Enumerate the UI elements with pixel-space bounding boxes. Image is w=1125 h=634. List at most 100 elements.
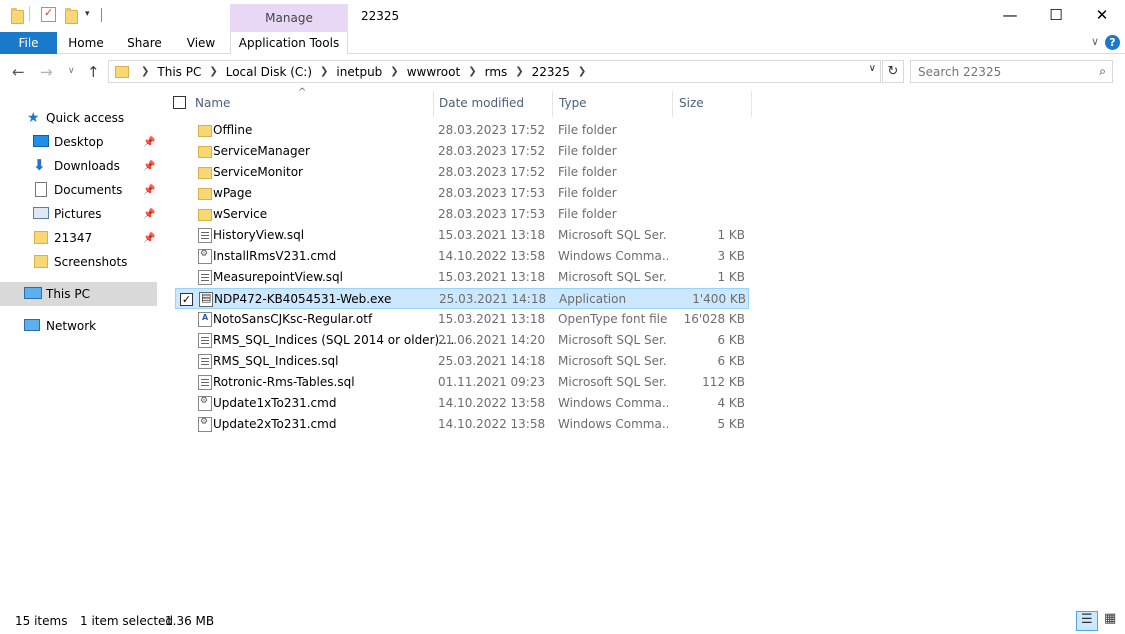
folder-icon[interactable] bbox=[10, 8, 24, 24]
file-name: ServiceMonitor bbox=[213, 165, 303, 179]
file-size: 112 KB bbox=[702, 375, 745, 389]
nav-item-this-pc[interactable]: This PC bbox=[0, 282, 157, 306]
file-size: 1 KB bbox=[717, 228, 745, 242]
nav-label: Network bbox=[46, 319, 97, 333]
pin-icon[interactable]: 📌 bbox=[143, 209, 155, 220]
column-divider[interactable] bbox=[433, 91, 434, 117]
column-date-modified[interactable]: Date modified bbox=[439, 89, 524, 117]
file-name: InstallRmsV231.cmd bbox=[213, 249, 337, 263]
select-all-checkbox[interactable] bbox=[173, 96, 186, 109]
breadcrumb-inetpub[interactable]: inetpub bbox=[336, 65, 382, 79]
properties-icon[interactable]: ✓ bbox=[41, 6, 56, 22]
column-size[interactable]: Size bbox=[679, 89, 704, 117]
expand-ribbon-icon[interactable]: ∨ bbox=[1091, 35, 1099, 48]
file-name: Rotronic-Rms-Tables.sql bbox=[213, 375, 355, 389]
breadcrumb-local-disk[interactable]: Local Disk (C:) bbox=[226, 65, 312, 79]
table-row[interactable]: RMS_SQL_Indices (SQL 2014 or older).... 2… bbox=[175, 330, 749, 351]
column-name[interactable]: Name bbox=[195, 89, 230, 117]
file-type: Microsoft SQL Ser... bbox=[558, 228, 668, 242]
nav-item-screenshots[interactable]: Screenshots bbox=[0, 250, 157, 274]
folder-icon bbox=[198, 167, 212, 179]
breadcrumb: ❯ This PC ❯ Local Disk (C:) ❯ inetpub ❯ … bbox=[115, 61, 594, 82]
table-row[interactable]: InstallRmsV231.cmd 14.10.2022 13:58 Window… bbox=[175, 246, 749, 267]
nav-label: Screenshots bbox=[54, 255, 128, 269]
nav-item-documents[interactable]: Documents 📌 bbox=[0, 178, 157, 202]
chevron-right-icon[interactable]: ❯ bbox=[468, 66, 476, 77]
chevron-right-icon[interactable]: ❯ bbox=[141, 66, 149, 77]
chevron-right-icon[interactable]: ❯ bbox=[209, 66, 217, 77]
search-icon[interactable]: ⌕ bbox=[1099, 64, 1106, 79]
column-divider[interactable] bbox=[751, 91, 752, 117]
nav-item-downloads[interactable]: ⬇ Downloads 📌 bbox=[0, 154, 157, 178]
nav-item-21347[interactable]: 21347 📌 bbox=[0, 226, 157, 250]
file-name: NotoSansCJKsc-Regular.otf bbox=[213, 312, 373, 326]
table-row[interactable]: ServiceMonitor 28.03.2023 17:52 File folde… bbox=[175, 162, 749, 183]
column-type[interactable]: Type bbox=[559, 89, 587, 117]
large-icons-view-icon[interactable] bbox=[1100, 611, 1122, 631]
table-row[interactable]: ✓ NDP472-KB4054531-Web.exe 25.03.2021 14:1… bbox=[175, 288, 749, 309]
file-size bbox=[670, 141, 745, 162]
breadcrumb-22325[interactable]: 22325 bbox=[532, 65, 570, 79]
table-row[interactable]: Update2xTo231.cmd 14.10.2022 13:58 Windows… bbox=[175, 414, 749, 435]
tab-application-tools[interactable]: Application Tools bbox=[230, 32, 348, 54]
nav-item-pictures[interactable]: Pictures 📌 bbox=[0, 202, 157, 226]
table-row[interactable]: Update1xTo231.cmd 14.10.2022 13:58 Windows… bbox=[175, 393, 749, 414]
pin-icon[interactable]: 📌 bbox=[143, 233, 155, 244]
breadcrumb-this-pc[interactable]: This PC bbox=[157, 65, 201, 79]
tab-file[interactable]: File bbox=[0, 32, 57, 54]
recent-locations-icon[interactable]: ∨ bbox=[68, 66, 75, 76]
pin-icon[interactable]: 📌 bbox=[143, 161, 155, 172]
details-view-icon[interactable] bbox=[1076, 611, 1098, 631]
nav-label: Pictures bbox=[54, 207, 102, 221]
table-row[interactable]: RMS_SQL_Indices.sql 25.03.2021 14:18 Micro… bbox=[175, 351, 749, 372]
new-folder-icon[interactable] bbox=[64, 8, 78, 24]
table-row[interactable]: Offline 28.03.2023 17:52 File folder bbox=[175, 120, 749, 141]
close-button[interactable]: ✕ bbox=[1079, 0, 1125, 30]
pin-icon[interactable]: 📌 bbox=[143, 137, 155, 148]
tab-share[interactable]: Share bbox=[122, 32, 167, 54]
search-input[interactable] bbox=[918, 61, 1088, 82]
minimize-button[interactable]: — bbox=[987, 0, 1033, 30]
breadcrumb-rms[interactable]: rms bbox=[485, 65, 508, 79]
nav-item-desktop[interactable]: Desktop 📌 bbox=[0, 130, 157, 154]
table-row[interactable]: MeasurepointView.sql 15.03.2021 13:18 Micr… bbox=[175, 267, 749, 288]
nav-quick-access[interactable]: ★ Quick access bbox=[0, 106, 157, 130]
sort-ascending-icon: ^ bbox=[298, 87, 307, 98]
up-arrow-icon[interactable]: ↑ bbox=[87, 63, 100, 81]
row-checkbox[interactable]: ✓ bbox=[180, 293, 193, 306]
table-row[interactable]: wService 28.03.2023 17:53 File folder bbox=[175, 204, 749, 225]
address-bar[interactable]: ❯ This PC ❯ Local Disk (C:) ❯ inetpub ❯ … bbox=[108, 60, 881, 83]
column-divider[interactable] bbox=[552, 91, 553, 117]
table-row[interactable]: HistoryView.sql 15.03.2021 13:18 Microsoft… bbox=[175, 225, 749, 246]
column-divider[interactable] bbox=[672, 91, 673, 117]
file-type: Microsoft SQL Ser... bbox=[558, 375, 668, 389]
help-icon[interactable]: ? bbox=[1105, 35, 1120, 50]
back-arrow-icon[interactable]: ← bbox=[12, 63, 25, 81]
breadcrumb-wwwroot[interactable]: wwwroot bbox=[407, 65, 461, 79]
tab-view[interactable]: View bbox=[180, 32, 222, 54]
file-type: File folder bbox=[558, 144, 617, 158]
refresh-icon[interactable]: ↻ bbox=[882, 60, 904, 83]
customize-toolbar-icon[interactable]: ▾ bbox=[85, 9, 90, 19]
file-size: 4 KB bbox=[717, 396, 745, 410]
tab-home[interactable]: Home bbox=[64, 32, 108, 54]
chevron-right-icon[interactable]: ❯ bbox=[390, 66, 398, 77]
maximize-button[interactable]: ☐ bbox=[1033, 0, 1079, 30]
table-row[interactable]: NotoSansCJKsc-Regular.otf 15.03.2021 13:1… bbox=[175, 309, 749, 330]
file-size: 5 KB bbox=[717, 417, 745, 431]
chevron-right-icon[interactable]: ❯ bbox=[578, 66, 586, 77]
chevron-down-icon[interactable]: ∨ bbox=[869, 63, 876, 74]
search-box: ⌕ bbox=[910, 60, 1113, 83]
chevron-right-icon[interactable]: ❯ bbox=[515, 66, 523, 77]
font-file-icon bbox=[198, 312, 212, 327]
table-row[interactable]: Rotronic-Rms-Tables.sql 01.11.2021 09:23 M… bbox=[175, 372, 749, 393]
file-type: Microsoft SQL Ser... bbox=[558, 270, 668, 284]
forward-arrow-icon[interactable]: → bbox=[40, 63, 53, 81]
table-row[interactable]: ServiceManager 28.03.2023 17:52 File folde… bbox=[175, 141, 749, 162]
nav-item-network[interactable]: Network bbox=[0, 314, 157, 338]
pin-icon[interactable]: 📌 bbox=[143, 185, 155, 196]
chevron-right-icon[interactable]: ❯ bbox=[320, 66, 328, 77]
selection-count: 1 item selected bbox=[80, 614, 174, 628]
nav-label: Downloads bbox=[54, 159, 120, 173]
table-row[interactable]: wPage 28.03.2023 17:53 File folder bbox=[175, 183, 749, 204]
